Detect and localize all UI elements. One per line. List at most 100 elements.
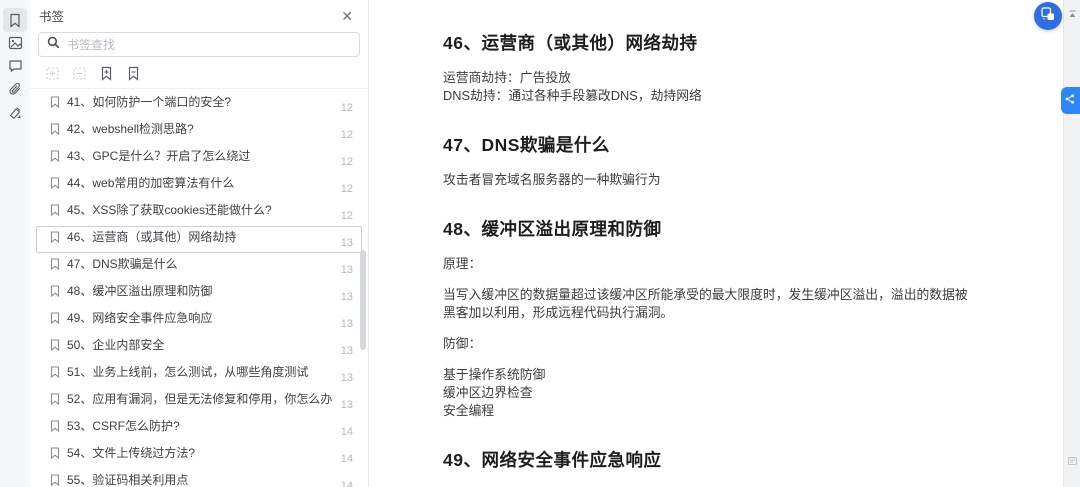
paragraph-line: 当写入缓冲区的数据量超过该缓冲区所能承受的最大限度时，发生缓冲区溢出，溢出的数据… [443,287,968,320]
section-paragraph: 攻击者冒充域名服务器的一种欺骗行为 [443,171,980,189]
bookmark-item-label: 45、XSS除了获取cookies还能做什么? [67,203,272,217]
paragraph-line: 防御： [443,336,482,351]
bookmark-item-page: 13 [340,372,353,384]
bookmark-item-page: 13 [340,291,353,303]
bookmark-item[interactable]: 46、运营商（或其他）网络劫持 13 [36,226,362,253]
bookmark-icon [50,474,60,486]
bookmark-search-input[interactable] [67,37,351,52]
rail-tab-bookmarks[interactable] [3,8,27,32]
bookmark-item-label: 44、web常用的加密算法有什么 [67,176,235,190]
bookmark-item[interactable]: 54、文件上传绕过方法? 14 [36,442,362,469]
remove-bookmark-icon[interactable] [125,65,141,81]
expand-all-icon[interactable] [44,65,60,81]
bookmark-item-label: 54、文件上传绕过方法? [67,446,196,460]
bookmark-item[interactable]: 51、业务上线前，怎么测试，从哪些角度测试 13 [36,361,362,388]
bookmark-icon [50,123,60,135]
bookmark-item-page: 13 [340,399,353,411]
page-widget-icon[interactable] [1068,452,1077,470]
rail-tab-images[interactable] [3,31,27,55]
paragraph-line: DNS劫持：通过各种手段篡改DNS，劫持网络 [443,88,702,103]
add-bookmark-icon[interactable] [98,65,114,81]
bookmark-icon [50,447,60,459]
bookmark-item-label: 48、缓冲区溢出原理和防御 [67,284,213,298]
document-section: 46、运营商（或其他）网络劫持 运营商劫持：广告投放 DNS劫持：通过各种手段篡改D… [443,30,980,105]
bookmark-item-label: 42、webshell检测思路? [67,122,194,136]
scroll-to-top-icon[interactable] [1068,5,1077,23]
section-paragraph: 原理： [443,255,980,273]
collapse-all-icon[interactable] [71,65,87,81]
document-section: 48、缓冲区溢出原理和防御原理： 当写入缓冲区的数据量超过该缓冲区所能承受的最大限… [443,216,980,420]
rail-tab-comments[interactable] [3,54,27,78]
paragraph-line: 缓冲区边界检查 [443,385,533,400]
comment-icon [8,59,23,73]
bookmark-icon [50,312,60,324]
bookmark-item-label: 55、验证码相关利用点 [67,473,189,487]
section-paragraph: 基于操作系统防御 缓冲区边界检查 安全编程 [443,366,980,420]
bookmark-item-label: 43、GPC是什么？开启了怎么绕过 [67,149,251,163]
rail-tab-signature[interactable] [3,100,27,124]
paragraph-line: 基于操作系统防御 [443,367,546,382]
side-widget-handle[interactable] [1061,87,1080,114]
bookmark-item[interactable]: 50、企业内部安全 13 [36,334,362,361]
translate-extension-button[interactable] [1034,2,1062,30]
bookmark-item-page: 12 [340,210,353,222]
bookmark-item-page: 12 [340,156,353,168]
document-viewport: 46、运营商（或其他）网络劫持 运营商劫持：广告投放 DNS劫持：通过各种手段篡改D… [370,0,1063,487]
bookmark-item-label: 41、如何防护一个端口的安全? [67,95,232,109]
bookmark-item-label: 49、网络安全事件应急响应 [67,311,213,325]
paragraph-line: 运营商劫持：广告投放 [443,70,571,85]
section-paragraph: 运营商劫持：广告投放 DNS劫持：通过各种手段篡改DNS，劫持网络 [443,69,980,105]
attachment-icon [8,82,22,97]
bookmark-item[interactable]: 48、缓冲区溢出原理和防御 13 [36,280,362,307]
section-heading: 47、DNS欺骗是什么 [443,135,610,155]
translate-extension-icon [1040,6,1056,27]
bookmark-item[interactable]: 55、验证码相关利用点 14 [36,469,362,487]
pdf-reader-window: 书签 ✕ 41、如何防护一个端口的安全? 12 42、webshell检测思路? 12… [0,0,1080,487]
bookmark-item-page: 13 [340,318,353,330]
bookmark-icon [50,204,60,216]
bookmark-toolbar [30,57,368,89]
bookmark-item-page: 13 [340,237,353,249]
paragraph-line: 原理： [443,256,482,271]
bookmark-list: 41、如何防护一个端口的安全? 12 42、webshell检测思路? 12 43、GP… [30,88,368,487]
bookmark-item-page: 13 [340,264,353,276]
bookmarks-panel-header: 书签 ✕ [30,0,368,31]
bookmark-item[interactable]: 43、GPC是什么？开启了怎么绕过 12 [36,145,362,172]
bookmark-item[interactable]: 49、网络安全事件应急响应 13 [36,307,362,334]
bookmark-item-label: 52、应用有漏洞，但是无法修复和停用，你怎么办 [67,392,333,406]
bookmark-item-page: 14 [340,480,353,487]
bookmark-icon [50,420,60,432]
document-page: 46、运营商（或其他）网络劫持 运营商劫持：广告投放 DNS劫持：通过各种手段篡改D… [370,0,980,487]
section-paragraph: 当写入缓冲区的数据量超过该缓冲区所能承受的最大限度时，发生缓冲区溢出，溢出的数据… [443,286,980,322]
bookmark-item[interactable]: 47、DNS欺骗是什么 13 [36,253,362,280]
bookmark-item-label: 47、DNS欺骗是什么 [67,257,178,271]
section-paragraph: 防御： [443,335,980,353]
bookmark-item[interactable]: 53、CSRF怎么防护? 14 [36,415,362,442]
sidebar-icon-rail [0,0,30,487]
paragraph-line: 安全编程 [443,403,495,418]
bookmarks-panel: 书签 ✕ 41、如何防护一个端口的安全? 12 42、webshell检测思路? 12… [30,0,369,487]
bookmark-item[interactable]: 42、webshell检测思路? 12 [36,118,362,145]
bookmark-item[interactable]: 52、应用有漏洞，但是无法修复和停用，你怎么办 13 [36,388,362,415]
bookmark-item-label: 53、CSRF怎么防护? [67,419,180,433]
document-scrollbar[interactable] [1063,0,1080,487]
bookmark-search-box [38,32,360,57]
bookmark-item-page: 12 [340,183,353,195]
section-heading: 48、缓冲区溢出原理和防御 [443,219,662,239]
panel-scrollbar-thumb[interactable] [360,250,366,350]
bookmark-icon [50,96,60,108]
bookmark-item-page: 13 [340,345,353,357]
bookmark-icon [50,258,60,270]
bookmark-item[interactable]: 41、如何防护一个端口的安全? 12 [36,91,362,118]
share-nodes-icon [1064,92,1076,110]
bookmark-icon [50,285,60,297]
bookmark-icon [50,177,60,189]
bookmark-item[interactable]: 44、web常用的加密算法有什么 12 [36,172,362,199]
signature-stamp-icon [8,105,23,120]
bookmark-item-page: 12 [340,102,353,114]
rail-tab-attachments[interactable] [3,77,27,101]
bookmark-item[interactable]: 45、XSS除了获取cookies还能做什么? 12 [36,199,362,226]
document-section: 47、DNS欺骗是什么攻击者冒充域名服务器的一种欺骗行为 [443,132,980,189]
close-icon[interactable]: ✕ [339,7,355,25]
bookmark-icon [50,150,60,162]
